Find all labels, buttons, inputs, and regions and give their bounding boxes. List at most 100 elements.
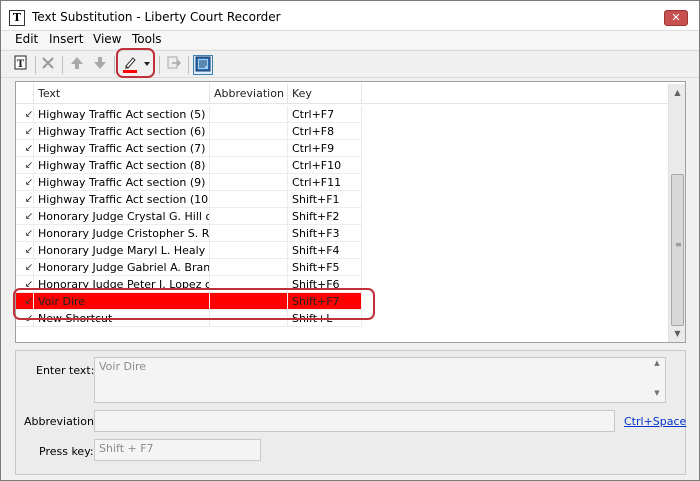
move-down-button[interactable]: [90, 55, 110, 75]
table-row[interactable]: ↙ Highway Traffic Act section (5) ... Ctrl…: [16, 106, 668, 123]
scroll-grip-icon: ≡: [675, 240, 682, 249]
table-row[interactable]: ↙ Honorary Judge Cristopher S. Ro... Shift…: [16, 225, 668, 242]
move-up-icon: [71, 57, 83, 69]
svg-text:T: T: [17, 59, 25, 70]
enter-text-label: Enter text:: [36, 364, 95, 377]
column-header-abbreviation[interactable]: Abbreviation: [210, 84, 288, 104]
details-panel: Enter text: Voir Dire ▲ ▼ Abbreviation: …: [15, 350, 686, 475]
row-text-cell: Highway Traffic Act section (10) ...: [34, 191, 210, 208]
row-key-cell: Ctrl+F8: [288, 123, 362, 140]
row-key-cell: Shift+F2: [288, 208, 362, 225]
menu-view[interactable]: View: [91, 32, 123, 46]
annotation-circle-toolbar: [116, 48, 155, 78]
toolbar-separator: [114, 56, 115, 74]
row-text-cell: Highway Traffic Act section (8) ...: [34, 157, 210, 174]
close-button[interactable]: ✕: [664, 10, 688, 26]
toolbar: T: [1, 50, 699, 78]
column-header-key[interactable]: Key: [288, 84, 362, 104]
row-text-cell: Highway Traffic Act section (6) ...: [34, 123, 210, 140]
menu-bar: Edit Insert View Tools: [1, 31, 699, 49]
menu-tools[interactable]: Tools: [130, 32, 164, 46]
scroll-up-arrow-icon[interactable]: ▲: [650, 359, 664, 367]
text-substitution-window: T Text Substitution - Liberty Court Reco…: [0, 0, 700, 481]
table-row[interactable]: ↙ Highway Traffic Act section (6) ... Ctrl…: [16, 123, 668, 140]
row-marker-cell: ↙: [16, 208, 34, 225]
row-key-cell: Ctrl+F7: [288, 106, 362, 123]
shortcut-arrow-icon: ↙: [24, 262, 34, 273]
scroll-up-arrow-icon[interactable]: ▲: [669, 84, 686, 101]
abbreviation-label: Abbreviation:: [24, 415, 98, 428]
enter-text-field[interactable]: Voir Dire ▲ ▼: [94, 357, 666, 403]
menu-edit[interactable]: Edit: [13, 32, 40, 46]
import-button[interactable]: [164, 55, 184, 75]
import-icon: [167, 56, 182, 69]
row-abbreviation-cell: [210, 140, 288, 157]
shortcut-arrow-icon: ↙: [24, 177, 34, 188]
row-marker-cell: ↙: [16, 123, 34, 140]
row-key-cell: Shift+F3: [288, 225, 362, 242]
row-text-cell: Highway Traffic Act section (7) ...: [34, 140, 210, 157]
row-marker-cell: ↙: [16, 191, 34, 208]
delete-button[interactable]: [38, 55, 58, 75]
title-bar[interactable]: T Text Substitution - Liberty Court Reco…: [1, 1, 699, 31]
row-key-cell: Shift+F4: [288, 242, 362, 259]
window-title: Text Substitution - Liberty Court Record…: [32, 10, 281, 24]
row-marker-cell: ↙: [16, 106, 34, 123]
row-key-cell: Ctrl+F9: [288, 140, 362, 157]
list-scrollbar[interactable]: ▲ ≡ ▼: [668, 84, 685, 342]
close-icon: ✕: [671, 11, 681, 24]
row-text-cell: Highway Traffic Act section (9) A...: [34, 174, 210, 191]
row-abbreviation-cell: [210, 123, 288, 140]
row-abbreviation-cell: [210, 242, 288, 259]
toolbar-separator: [159, 56, 160, 74]
shortcut-arrow-icon: ↙: [24, 143, 34, 154]
row-key-cell: Ctrl+F11: [288, 174, 362, 191]
row-text-cell: Honorary Judge Maryl L. Healy o...: [34, 242, 210, 259]
text-tool-icon: T: [14, 55, 27, 70]
table-row[interactable]: ↙ Honorary Judge Gabriel A. Brans... Shift…: [16, 259, 668, 276]
row-text-cell: Honorary Judge Cristopher S. Ro...: [34, 225, 210, 242]
text-scrollbar[interactable]: ▲ ▼: [650, 359, 664, 403]
row-text-cell: Highway Traffic Act section (5) ...: [34, 106, 210, 123]
row-key-cell: Shift+F5: [288, 259, 362, 276]
view-toggle-button[interactable]: [193, 55, 213, 75]
toolbar-separator: [35, 56, 36, 74]
table-row[interactable]: ↙ Honorary Judge Maryl L. Healy o... Shift…: [16, 242, 668, 259]
row-marker-cell: ↙: [16, 140, 34, 157]
row-key-cell: Ctrl+F10: [288, 157, 362, 174]
table-row[interactable]: ↙ Highway Traffic Act section (9) A... Ctr…: [16, 174, 668, 191]
press-key-label: Press key:: [39, 445, 94, 458]
press-key-field[interactable]: Shift + F7: [94, 439, 261, 461]
row-abbreviation-cell: [210, 157, 288, 174]
delete-icon: [42, 57, 54, 69]
row-text-cell: Honorary Judge Gabriel A. Brans...: [34, 259, 210, 276]
scroll-down-arrow-icon[interactable]: ▼: [669, 325, 686, 342]
row-abbreviation-cell: [210, 174, 288, 191]
move-down-icon: [94, 57, 106, 69]
text-tool-button[interactable]: T: [11, 55, 31, 75]
scroll-down-arrow-icon[interactable]: ▼: [650, 389, 664, 397]
scroll-thumb[interactable]: ≡: [671, 174, 684, 326]
shortcut-arrow-icon: ↙: [24, 126, 34, 137]
shortcut-arrow-icon: ↙: [24, 194, 34, 205]
row-marker-cell: ↙: [16, 225, 34, 242]
column-header-text[interactable]: Text: [34, 84, 210, 104]
annotation-circle-row: [13, 288, 375, 320]
table-row[interactable]: ↙ Highway Traffic Act section (7) ... Ctrl…: [16, 140, 668, 157]
row-marker-cell: ↙: [16, 259, 34, 276]
shortcut-arrow-icon: ↙: [24, 245, 34, 256]
list-header: Text Abbreviation Key: [16, 84, 668, 104]
table-row[interactable]: ↙ Highway Traffic Act section (8) ... Ctrl…: [16, 157, 668, 174]
row-marker-cell: ↙: [16, 174, 34, 191]
app-icon: T: [9, 10, 25, 26]
abbreviation-field[interactable]: [94, 410, 615, 432]
move-up-button[interactable]: [67, 55, 87, 75]
menu-insert[interactable]: Insert: [47, 32, 85, 46]
row-abbreviation-cell: [210, 225, 288, 242]
table-row[interactable]: ↙Honorary Judge Crystal G. Hill of ... Sh…: [16, 208, 668, 225]
row-abbreviation-cell: [210, 106, 288, 123]
shortcut-arrow-icon: ↙: [24, 109, 34, 120]
toolbar-separator: [62, 56, 63, 74]
ctrl-space-link[interactable]: Ctrl+Space: [624, 415, 686, 428]
table-row[interactable]: ↙ Highway Traffic Act section (10) ... Shi…: [16, 191, 668, 208]
